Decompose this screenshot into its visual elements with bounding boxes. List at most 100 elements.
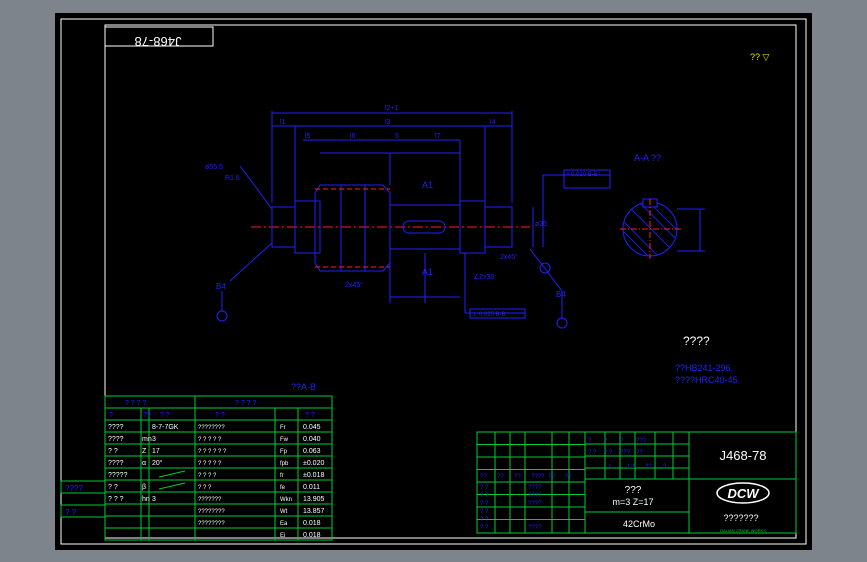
title-part-name: ??? (625, 485, 642, 496)
gear-row-symbol: hn (142, 496, 150, 503)
gear-row-symbol: β (142, 484, 146, 491)
side-label-2: ? ? (65, 508, 77, 517)
roughness-note: ?? ▽ (750, 52, 770, 62)
dim-b4-left: B4 (216, 282, 226, 291)
company-logo: DCW DALIAN CRANE WORKS (716, 482, 770, 533)
gear-row-symbol: mn (142, 436, 152, 443)
role-fill: ???? (528, 485, 542, 491)
gear-row-label: ? ? (108, 484, 118, 491)
tech-note-2: ????HRC40-45. (675, 375, 740, 385)
gear-row-tolsym: Fw (280, 437, 289, 443)
title-params: m=3 Z=17 (612, 497, 653, 507)
gear-row-value: 3 (152, 436, 156, 443)
gear-row-name: ???????? (198, 425, 225, 431)
dim-dia-right: ø35 (535, 221, 547, 228)
weight-cell: ? ? (604, 450, 613, 456)
rev-header-cell: ?? (565, 474, 572, 480)
gear-row-tolerance: 13.857 (303, 508, 325, 515)
mirrored-number-text: J468-78 (135, 34, 182, 49)
weight-cell: ?? (636, 450, 643, 456)
dim-l6: l6 (350, 133, 356, 140)
gear-row-tolsym: Wt (280, 509, 288, 515)
title-material: 42CrMo (623, 519, 655, 529)
dim-r1: R1.6 (225, 175, 240, 182)
role-label: ? ? (480, 493, 489, 499)
dim-l3: l3 (385, 119, 391, 126)
gear-row-tolerance: 0.045 (303, 424, 321, 431)
role-label: ? ? (480, 525, 489, 531)
gear-row-tolerance: ±0.018 (303, 472, 324, 479)
engineering-drawing: J468-78 ?? ▽ l2+1 l1 l3 l4 l5 l6 5 l7 A1… (60, 18, 807, 545)
gear-row-tolerance: 0.018 (303, 520, 321, 527)
role-fill: ???? (528, 501, 542, 507)
gear-row-label: ? ? ? (108, 496, 124, 503)
gear-row-name: ? ? ? ? (198, 473, 217, 479)
dim-b4-right: B4 (556, 290, 566, 299)
datum-b-left (216, 310, 228, 322)
gear-parameter-table: ? ? ? ? ? ? ? ???? ? ? ? ? ? ????? 8-7-7GK???… (104, 395, 333, 541)
gear-row-value: 8-7-7GK (152, 424, 179, 431)
cad-viewport[interactable]: J468-78 ?? ▽ l2+1 l1 l3 l4 l5 l6 5 l7 A1… (55, 13, 812, 550)
dim-chamfer-left: 2x45° (345, 281, 363, 289)
weight-cell: ? ? (588, 450, 597, 456)
dim-tol-bottom: ⊥ 0.025 B-B (472, 311, 506, 318)
gear-row-name: ???????? (198, 509, 225, 515)
gear-row-tolsym: fe (280, 485, 286, 491)
gear-row-label: ???? (108, 424, 124, 431)
gear-row-tolsym: Fp (280, 449, 288, 455)
gear-row-symbol: Z (142, 448, 147, 455)
rev-header-cell: ?? (480, 474, 487, 480)
scale-cell: I (609, 464, 611, 470)
dim-a1-top: A1 (422, 180, 433, 190)
gear-table-sub: ? ? (215, 412, 225, 419)
shaft-part-view (216, 111, 611, 329)
scale-cell: ?? (645, 464, 652, 470)
gear-row-name: ??????? (198, 497, 222, 503)
gear-row-value: 17 (152, 448, 160, 455)
dimension-labels: l2+1 l1 l3 l4 l5 l6 5 l7 A1 A1 B4 B4 2x4… (205, 105, 598, 318)
gear-row-tolsym: Wkn (280, 497, 292, 503)
gear-row-tolerance: 0.011 (303, 484, 320, 491)
rev-header-cell: ???? (531, 474, 545, 480)
view-b-label: ??A-B (291, 382, 316, 392)
gear-row-tolerance: 0.040 (303, 436, 321, 443)
scale-cell: ? (663, 464, 667, 470)
title-drawing-number: J468-78 (720, 448, 767, 463)
gear-row-label: ? ? (108, 448, 118, 455)
dim-l5: l5 (305, 133, 311, 140)
gear-row-value: 3 (152, 496, 156, 503)
gear-row-tolsym: Ei (280, 533, 285, 539)
section-label: A-A ?? (634, 153, 661, 163)
dim-tol-top: ≡ 0.020 B-B (566, 172, 598, 178)
gear-table-sub: ? ? (305, 412, 315, 419)
weight-cell: ??? (620, 450, 631, 456)
dim-overall: l2+1 (385, 105, 399, 112)
role-label: ? ? (480, 501, 489, 507)
dim-spline: 2x45° (500, 253, 518, 261)
gear-table-header-left: ? ? ? ? (125, 400, 147, 407)
gear-row-value: 20° (152, 459, 163, 467)
role-label: ? ? (480, 485, 489, 491)
sign-cell: ? (620, 438, 624, 444)
scale-cell: 1:1 (627, 464, 636, 470)
rev-header-cell: ?? (497, 474, 504, 480)
gear-row-name: ? ? ? ? ? (198, 461, 222, 467)
role-label: ? ? (480, 517, 489, 523)
side-label-1: ???? (65, 484, 83, 493)
datum-b-right (556, 317, 568, 329)
dim-l7: l7 (435, 133, 441, 140)
gear-row-tolerance: 13.905 (303, 496, 325, 503)
gear-row-label: ???? (108, 460, 124, 467)
gear-row-name: ? ? ? (198, 485, 212, 491)
section-view-aa: A-A ?? (620, 153, 705, 259)
gear-row-name: ???????? (198, 521, 225, 527)
sign-cell: ??? (636, 438, 647, 444)
gear-row-label: ????? (108, 472, 128, 479)
tech-title: ???? (683, 334, 710, 348)
dim-s: 5 (395, 133, 399, 140)
logo-sub: DALIAN CRANE WORKS (720, 528, 766, 533)
gear-row-name: ? ? ? ? ? ? (198, 449, 227, 455)
gear-row-tolerance: 0.018 (303, 532, 321, 539)
dim-dia-left: ø55.5 (205, 164, 223, 171)
dim-l4: l4 (490, 119, 496, 126)
